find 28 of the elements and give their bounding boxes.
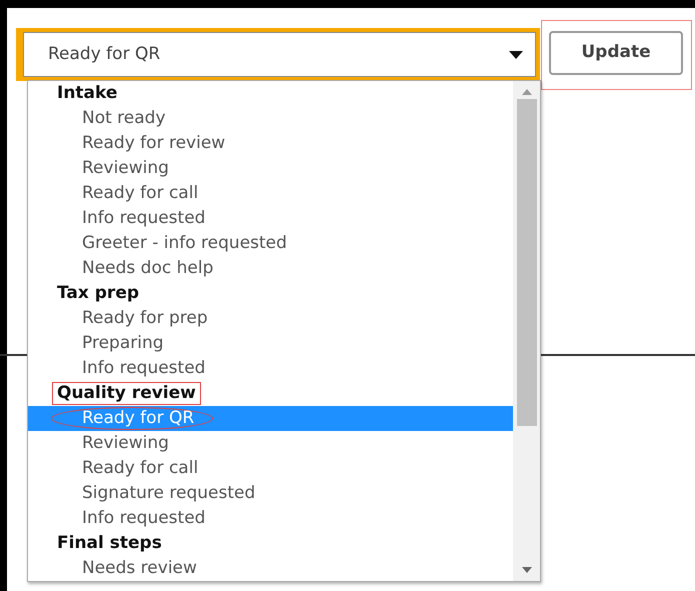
option-item[interactable]: Reviewing <box>28 431 513 456</box>
annotated-group-label: Quality review <box>52 382 201 405</box>
status-select[interactable]: Ready for QR <box>23 32 536 77</box>
group-label: Final steps <box>56 532 163 555</box>
select-value: Ready for QR <box>48 42 160 66</box>
option-item[interactable]: Ready for review <box>28 131 513 156</box>
option-item[interactable]: Preparing <box>28 331 513 356</box>
group-label: Tax prep <box>56 282 140 305</box>
option-item[interactable]: Needs doc help <box>28 256 513 281</box>
caret-icon <box>509 50 523 58</box>
option-item[interactable]: Signature requested <box>28 481 513 506</box>
option-item[interactable]: Info requested <box>28 356 513 381</box>
update-button[interactable]: Update <box>549 31 683 75</box>
option-item[interactable]: Greeter - info requested <box>28 231 513 256</box>
option-item[interactable]: Needs review <box>28 556 513 581</box>
scroll-up-icon[interactable] <box>522 89 532 95</box>
group-label: Intake <box>56 82 118 105</box>
option-item[interactable]: Info requested <box>28 206 513 231</box>
option-item[interactable]: Ready for call <box>28 456 513 481</box>
option-item[interactable]: Ready for call <box>28 181 513 206</box>
scrollbar[interactable] <box>513 81 540 581</box>
option-item[interactable]: Info requested <box>28 506 513 531</box>
option-item[interactable]: Reviewing <box>28 156 513 181</box>
scroll-down-icon[interactable] <box>522 567 532 573</box>
annotation-ellipse: Ready for QR <box>51 407 214 430</box>
option-item[interactable]: Not ready <box>28 106 513 131</box>
option-item[interactable]: Ready for prep <box>28 306 513 331</box>
scroll-thumb[interactable] <box>516 99 536 426</box>
